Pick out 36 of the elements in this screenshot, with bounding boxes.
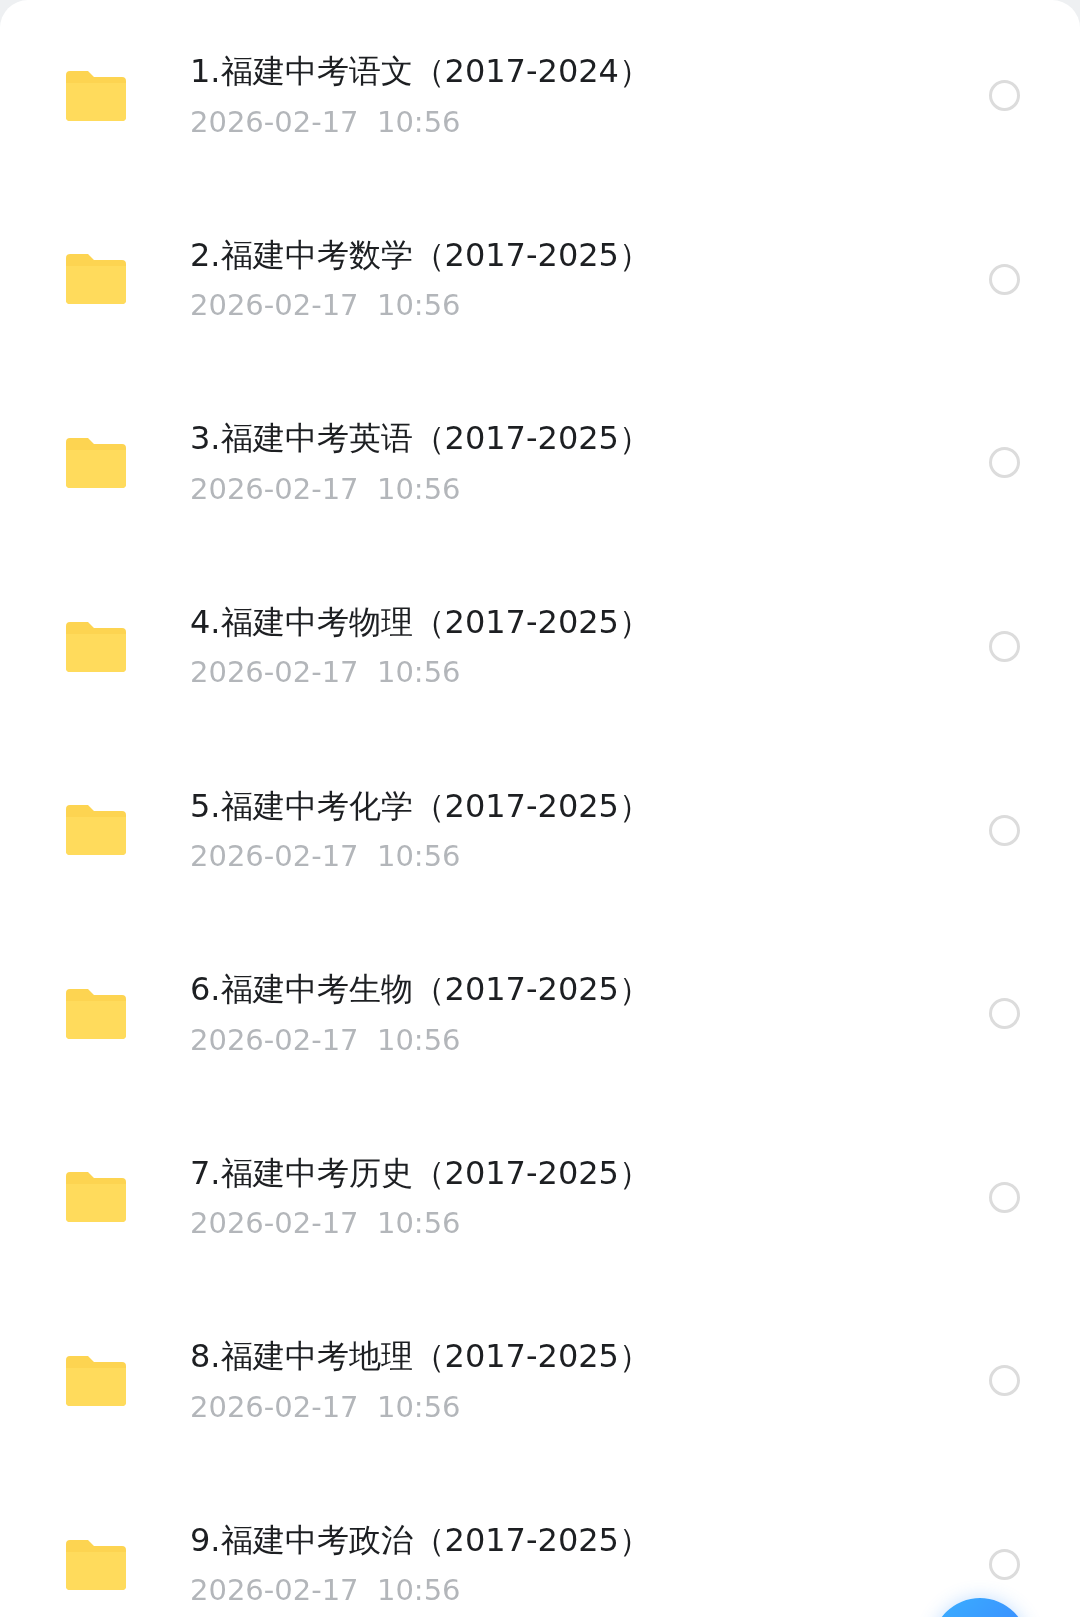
select-checkbox[interactable] <box>989 814 1020 846</box>
folder-name[interactable]: 1.福建中考语文（2017-2024） <box>190 52 989 91</box>
folder-icon <box>66 1355 126 1406</box>
folder-name[interactable]: 3.福建中考英语（2017-2025） <box>190 419 989 458</box>
modified-date: 2026-02-17 10:56 <box>190 288 462 323</box>
folder-icon <box>66 1172 126 1223</box>
folder-name[interactable]: 5.福建中考化学（2017-2025） <box>190 786 989 825</box>
folder-name[interactable]: 2.福建中考数学（2017-2025） <box>190 235 989 275</box>
folder-icon <box>66 70 126 121</box>
select-checkbox[interactable] <box>989 1181 1020 1213</box>
folder-icon <box>66 805 126 856</box>
select-checkbox[interactable] <box>989 998 1020 1030</box>
modified-date: 2026-02-17 10:56 <box>190 1206 462 1241</box>
modified-date: 2026-02-17 10:56 <box>190 471 462 507</box>
select-checkbox[interactable] <box>989 631 1020 663</box>
select-checkbox[interactable] <box>989 263 1020 295</box>
select-checkbox[interactable] <box>989 447 1020 479</box>
folder-icon <box>66 438 126 488</box>
modified-date: 2026-02-17 10:56 <box>190 655 462 691</box>
select-checkbox[interactable] <box>989 1365 1020 1397</box>
folder-icon <box>66 254 126 305</box>
folder-name[interactable]: 9.福建中考政治（2017-2025） <box>190 1520 989 1560</box>
folder-icon <box>66 988 126 1039</box>
folder-name[interactable]: 8.福建中考地理（2017-2025） <box>190 1337 989 1376</box>
select-checkbox[interactable] <box>989 80 1020 112</box>
folder-icon <box>66 1539 126 1590</box>
modified-date: 2026-02-17 10:56 <box>190 838 462 874</box>
modified-date: 2026-02-17 10:56 <box>190 104 462 140</box>
modified-date: 2026-02-17 10:56 <box>190 1389 462 1425</box>
folder-name[interactable]: 7.福建中考历史（2017-2025） <box>190 1153 989 1193</box>
modified-date: 2026-02-17 10:56 <box>190 1022 462 1058</box>
folder-icon <box>66 621 126 672</box>
select-checkbox[interactable] <box>989 1549 1020 1581</box>
folder-name[interactable]: 6.福建中考生物（2017-2025） <box>190 970 989 1009</box>
modified-date: 2026-02-17 10:56 <box>190 1573 462 1609</box>
folder-name[interactable]: 4.福建中考物理（2017-2025） <box>190 603 989 642</box>
